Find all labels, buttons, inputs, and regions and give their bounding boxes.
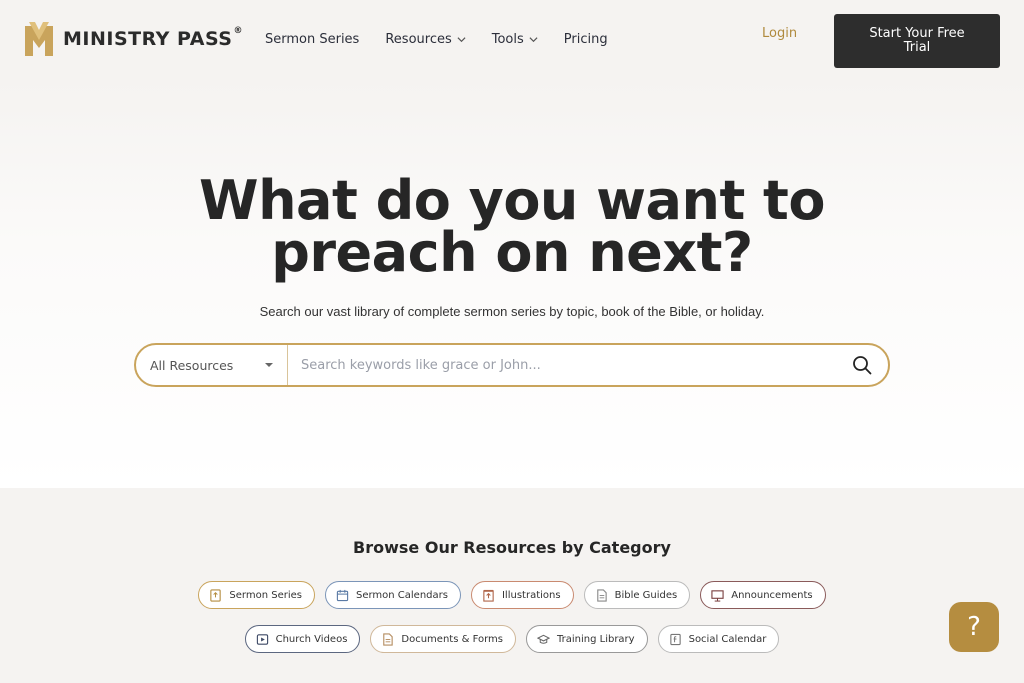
- site-header: MINISTRY PASS® Sermon Series Resources T…: [0, 0, 1024, 80]
- category-training-library[interactable]: Training Library: [525, 625, 648, 653]
- hero-subtitle: Search our vast library of complete serm…: [259, 304, 765, 319]
- ministry-pass-logo-icon: [25, 22, 53, 56]
- category-documents-forms[interactable]: Documents & Forms: [370, 625, 516, 653]
- category-bible-guides[interactable]: Bible Guides: [583, 581, 691, 609]
- presentation-icon: [711, 589, 724, 602]
- chip-label: Social Calendar: [688, 633, 767, 645]
- chevron-down-icon: [457, 37, 466, 43]
- document-icon: [383, 632, 394, 646]
- category-church-videos[interactable]: Church Videos: [244, 625, 361, 653]
- document-icon: [596, 588, 607, 602]
- illustration-icon: [483, 589, 494, 602]
- category-sermon-series[interactable]: Sermon Series: [198, 581, 315, 609]
- chip-label: Training Library: [556, 633, 635, 645]
- chip-label: Sermon Calendars: [355, 589, 448, 601]
- nav-sermon-series[interactable]: Sermon Series: [265, 32, 359, 47]
- caret-down-icon: [265, 363, 273, 367]
- resource-type-value: All Resources: [150, 357, 234, 373]
- help-button[interactable]: ?: [949, 602, 999, 652]
- search-bar: All Resources: [134, 343, 890, 387]
- start-free-trial-button[interactable]: Start Your Free Trial: [834, 14, 1000, 68]
- category-sermon-calendars[interactable]: Sermon Calendars: [324, 581, 461, 609]
- logo[interactable]: MINISTRY PASS®: [25, 22, 243, 56]
- graduation-cap-icon: [536, 634, 550, 644]
- chip-label: Bible Guides: [614, 589, 678, 601]
- brand-name: MINISTRY PASS®: [63, 26, 243, 50]
- video-icon: [256, 633, 268, 645]
- nav-resources[interactable]: Resources: [385, 32, 466, 47]
- chip-label: Sermon Series: [229, 589, 302, 601]
- nav-tools[interactable]: Tools: [492, 32, 538, 47]
- chip-label: Illustrations: [501, 589, 561, 601]
- login-link[interactable]: Login: [762, 26, 797, 41]
- categories-title: Browse Our Resources by Category: [353, 538, 671, 557]
- question-mark-icon: ?: [967, 612, 981, 642]
- sermon-series-icon: [210, 588, 222, 602]
- nav-label: Pricing: [563, 32, 608, 47]
- category-row-1: Sermon Series Sermon Calendars Illustrat…: [0, 581, 1024, 609]
- social-calendar-icon: [669, 633, 681, 645]
- hero-title-line2: preach on next?: [271, 221, 753, 284]
- chip-label: Church Videos: [275, 633, 348, 645]
- category-row-2: Church Videos Documents & Forms Training…: [0, 625, 1024, 653]
- chip-label: Announcements: [731, 589, 813, 601]
- hero-title: What do you want to preach on next?: [0, 174, 1024, 280]
- calendar-icon: [336, 589, 349, 601]
- search-input[interactable]: [288, 345, 852, 385]
- search-icon[interactable]: [852, 355, 872, 375]
- category-announcements[interactable]: Announcements: [700, 581, 826, 609]
- resource-type-select[interactable]: All Resources: [136, 345, 288, 385]
- nav-pricing[interactable]: Pricing: [564, 32, 608, 47]
- category-illustrations[interactable]: Illustrations: [470, 581, 574, 609]
- hero-section: What do you want to preach on next? Sear…: [0, 80, 1024, 488]
- nav-label: Sermon Series: [265, 32, 360, 47]
- chevron-down-icon: [529, 37, 538, 43]
- chip-label: Documents & Forms: [401, 633, 503, 645]
- category-social-calendar[interactable]: Social Calendar: [657, 625, 780, 653]
- main-nav: Sermon Series Resources Tools Pricing: [265, 32, 634, 47]
- nav-label: Resources: [385, 32, 452, 47]
- categories-section: Browse Our Resources by Category Sermon …: [0, 488, 1024, 683]
- nav-label: Tools: [491, 32, 524, 47]
- page: MINISTRY PASS® Sermon Series Resources T…: [0, 0, 1024, 683]
